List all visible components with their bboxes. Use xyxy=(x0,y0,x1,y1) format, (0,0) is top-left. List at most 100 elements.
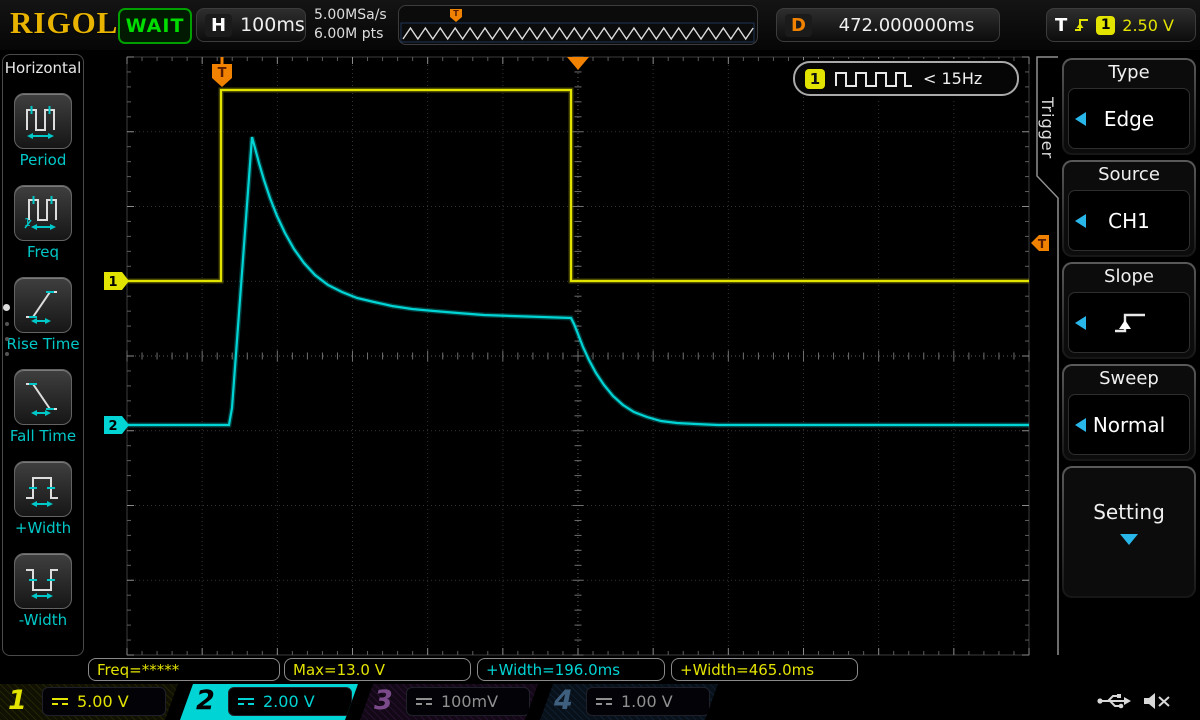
ch2-position-marker[interactable]: 2 xyxy=(104,416,129,434)
chevron-left-icon xyxy=(1075,418,1086,432)
measure-label-minus-width: -Width xyxy=(0,611,93,629)
horizontal-timebase-box[interactable]: H 100ms xyxy=(196,8,306,42)
waveform-traces xyxy=(127,90,1029,425)
measure-label-period: Period xyxy=(0,151,93,169)
menu-value-type: Edge xyxy=(1068,88,1190,149)
dc-coupling-icon xyxy=(596,698,612,705)
top-status-bar: RIGOL WAIT H 100ms 5.00MSa/s 6.00M pts T… xyxy=(0,0,1200,50)
measure-button-freq[interactable]: 1 xyxy=(14,185,72,241)
speaker-muted-icon xyxy=(1142,690,1172,712)
trigger-source-badge: 1 xyxy=(1096,16,1115,35)
svg-text:T: T xyxy=(453,9,459,18)
menu-item-source[interactable]: Source CH1 xyxy=(1062,160,1196,257)
channel-4-block[interactable]: 4 1.00 V xyxy=(540,684,718,720)
measurement-freq: Freq=***** xyxy=(88,658,280,681)
menu-title-source: Source xyxy=(1064,162,1194,185)
rising-slope-icon xyxy=(1109,310,1149,336)
period-icon xyxy=(22,100,64,142)
memory-waveform-thumbnail[interactable]: T xyxy=(398,5,758,45)
oscilloscope-screen: RIGOL WAIT H 100ms 5.00MSa/s 6.00M pts T… xyxy=(0,0,1200,720)
trigger-level-marker[interactable]: T xyxy=(1031,235,1049,251)
chevron-left-icon xyxy=(1075,214,1086,228)
measure-button-fall-time[interactable] xyxy=(14,369,72,425)
menu-title-setting: Setting xyxy=(1064,468,1194,524)
rise-time-icon xyxy=(22,284,64,326)
measurement-max: Max=13.0 V xyxy=(284,658,471,681)
trigger-status-box[interactable]: T 1 2.50 V xyxy=(1046,8,1196,42)
measure-label-freq: Freq xyxy=(0,243,93,261)
menu-title-slope: Slope xyxy=(1064,264,1194,287)
measure-button-rise-time[interactable] xyxy=(14,277,72,333)
usb-icon xyxy=(1096,690,1132,712)
delay-center-marker[interactable] xyxy=(567,57,589,70)
measure-page-indicator[interactable] xyxy=(3,293,13,356)
channel-2-number: 2 xyxy=(196,685,215,716)
dc-coupling-icon xyxy=(416,698,432,705)
menu-title-sweep: Sweep xyxy=(1064,366,1194,389)
menu-item-type[interactable]: Type Edge xyxy=(1062,58,1196,155)
channel-3-scale: 100mV xyxy=(406,687,530,716)
channel-1-block[interactable]: 1 5.00 V xyxy=(0,684,178,720)
memory-depth: 6.00M pts xyxy=(314,25,387,44)
thumbnail-waveform-icon: T xyxy=(399,6,757,44)
t-label: T xyxy=(1055,15,1067,36)
measure-label-plus-width: +Width xyxy=(0,519,93,537)
svg-text:T: T xyxy=(1038,237,1047,251)
waveform-display: T T 1 2 xyxy=(0,0,1200,720)
trigger-position-marker[interactable]: T xyxy=(212,57,232,87)
d-label: D xyxy=(785,14,812,37)
svg-text:2: 2 xyxy=(108,419,117,434)
channel-4-number: 4 xyxy=(554,685,573,716)
channel-4-scale: 1.00 V xyxy=(586,687,710,716)
measure-label-fall-time: Fall Time xyxy=(0,427,93,445)
trigger-level-value: 2.50 V xyxy=(1122,16,1174,35)
channel-1-scale: 5.00 V xyxy=(42,687,166,716)
trigger-frequency-note: < 15Hz xyxy=(923,69,982,88)
menu-item-sweep[interactable]: Sweep Normal xyxy=(1062,364,1196,461)
graticule xyxy=(127,57,1029,655)
minus-width-icon xyxy=(22,560,64,602)
trigger-menu-tab: Trigger xyxy=(1037,72,1057,184)
chevron-left-icon xyxy=(1075,316,1086,330)
freq-icon: 1 xyxy=(22,192,64,234)
dc-coupling-icon xyxy=(238,698,254,705)
menu-item-setting[interactable]: Setting xyxy=(1062,466,1196,598)
svg-text:T: T xyxy=(218,66,227,81)
dc-coupling-icon xyxy=(52,698,68,705)
chevron-left-icon xyxy=(1075,112,1086,126)
channel-3-block[interactable]: 3 100mV xyxy=(360,684,538,720)
channel-1-number: 1 xyxy=(8,685,27,716)
measure-panel: Horizontal Period 1 Freq xyxy=(2,54,84,656)
delay-position-box[interactable]: D 472.000000ms xyxy=(776,8,1000,42)
measure-button-period[interactable] xyxy=(14,93,72,149)
menu-title-type: Type xyxy=(1064,60,1194,83)
rising-slope-icon xyxy=(1074,17,1089,33)
channel-status-bar: 1 5.00 V 2 2.00 V 3 100mV 4 1.00 V xyxy=(0,684,1200,720)
badge-channel: 1 xyxy=(805,69,825,89)
measure-label-rise-time: Rise Time xyxy=(0,335,93,353)
trigger-frequency-badge: 1 < 15Hz xyxy=(793,61,1019,96)
rigol-logo: RIGOL xyxy=(10,5,118,41)
measure-button-plus-width[interactable] xyxy=(14,461,72,517)
timebase-value: 100ms xyxy=(240,14,305,36)
sample-rate: 5.00MSa/s xyxy=(314,6,387,25)
measure-button-minus-width[interactable] xyxy=(14,553,72,609)
menu-value-slope xyxy=(1068,292,1190,353)
menu-item-slope[interactable]: Slope xyxy=(1062,262,1196,359)
h-label: H xyxy=(205,14,232,37)
menu-value-source: CH1 xyxy=(1068,190,1190,251)
channel-3-number: 3 xyxy=(374,685,393,716)
ch1-position-marker[interactable]: 1 xyxy=(104,272,129,290)
measurement-pwidth-ch2: +Width=196.0ms xyxy=(477,658,665,681)
acquisition-info: 5.00MSa/s 6.00M pts xyxy=(314,6,387,44)
run-status-badge: WAIT xyxy=(118,8,192,44)
channel-2-block-selected[interactable]: 2 2.00 V xyxy=(180,684,358,720)
menu-value-sweep: Normal xyxy=(1068,394,1190,455)
fall-time-icon xyxy=(22,376,64,418)
measurement-pwidth-ch1: +Width=465.0ms xyxy=(671,658,858,681)
measure-panel-title: Horizontal xyxy=(3,59,83,77)
svg-text:1: 1 xyxy=(108,275,117,290)
delay-value: 472.000000ms xyxy=(822,15,991,36)
channel-2-scale: 2.00 V xyxy=(228,687,352,716)
square-wave-icon xyxy=(834,70,914,88)
